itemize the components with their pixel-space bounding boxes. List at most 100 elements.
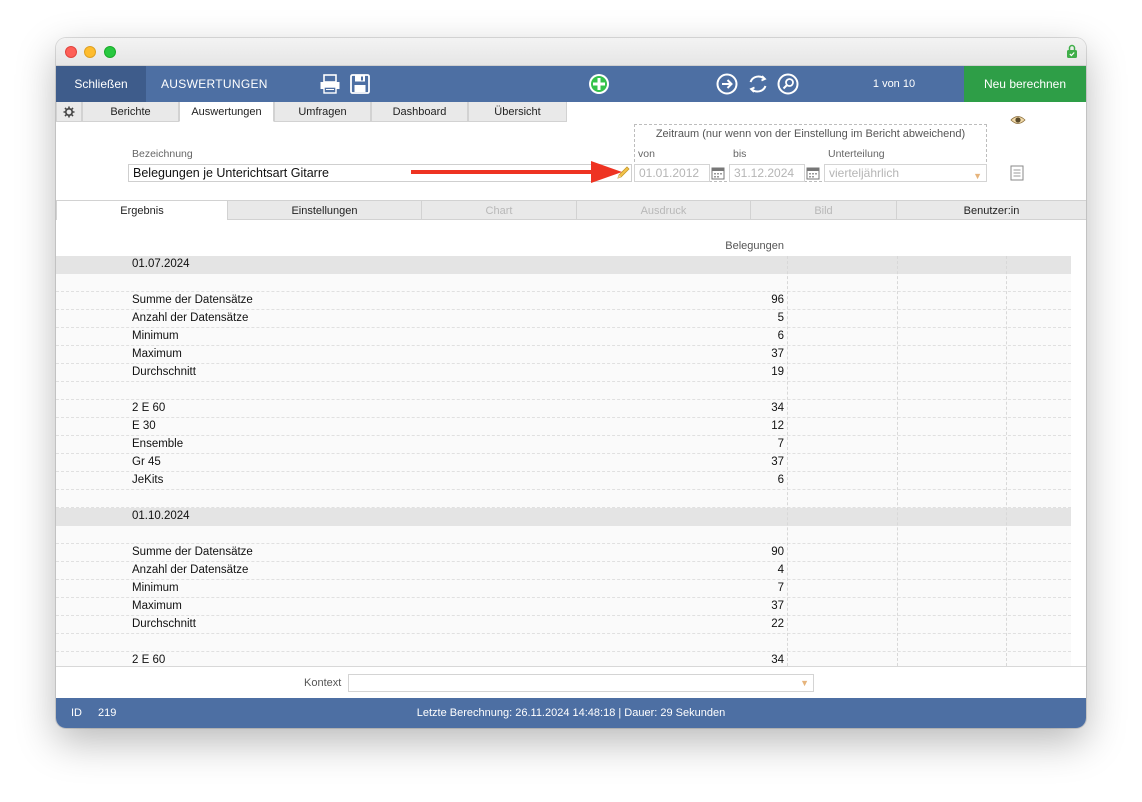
- table-row: 2 E 60 34: [56, 400, 1071, 418]
- table-row: Minimum 6: [56, 328, 1071, 346]
- calculation-info: Letzte Berechnung: 26.11.2024 14:48:18 |…: [416, 707, 726, 719]
- row-value: 34: [771, 402, 784, 414]
- row-label: 01.10.2024: [132, 510, 190, 522]
- row-label: Summe der Datensätze: [132, 546, 253, 558]
- red-arrow-annotation: [411, 161, 622, 183]
- kontext-label: Kontext: [304, 677, 342, 689]
- scroll-area[interactable]: [1071, 256, 1086, 666]
- row-label: Durchschnitt: [132, 618, 196, 630]
- row-value: 12: [771, 420, 784, 432]
- table-row: Maximum 37: [56, 598, 1071, 616]
- module-title: AUSWERTUNGEN: [161, 77, 268, 91]
- eye-icon[interactable]: [1010, 114, 1026, 126]
- window-minimize-button[interactable]: [84, 46, 96, 58]
- row-value: 34: [771, 654, 784, 666]
- tab-dashboard[interactable]: Dashboard: [371, 102, 468, 122]
- row-label: 01.07.2024: [132, 258, 190, 270]
- tab-ausdruck[interactable]: Ausdruck: [577, 201, 751, 220]
- save-icon[interactable]: [348, 72, 372, 96]
- context-bar: Kontext ▼: [56, 666, 1086, 698]
- von-date-input[interactable]: 01.01.2012: [634, 164, 710, 182]
- column-divider: [787, 256, 788, 666]
- table-row: JeKits 6: [56, 472, 1071, 490]
- table-row: 2 E 60 34: [56, 652, 1071, 666]
- bis-label: bis: [733, 148, 747, 160]
- unterteilung-select[interactable]: vierteljährlich ▼: [824, 164, 987, 182]
- row-value: 37: [771, 348, 784, 360]
- row-label: E 30: [132, 420, 156, 432]
- document-icon[interactable]: [1010, 165, 1024, 181]
- result-tabs: Ergebnis Einstellungen Chart Ausdruck Bi…: [56, 200, 1086, 220]
- edit-pencil-icon[interactable]: [615, 165, 631, 181]
- column-divider: [897, 256, 898, 666]
- kontext-select[interactable]: ▼: [348, 674, 814, 692]
- row-value: 22: [771, 618, 784, 630]
- tab-auswertungen[interactable]: Auswertungen: [179, 102, 274, 122]
- tab-benutzerin[interactable]: Benutzer:in: [897, 201, 1086, 220]
- tab-bild[interactable]: Bild: [751, 201, 897, 220]
- row-label: 2 E 60: [132, 402, 166, 414]
- window-close-button[interactable]: [65, 46, 77, 58]
- period-header-row: 01.10.2024: [56, 508, 1071, 526]
- record-counter: 1 von 10: [872, 78, 916, 90]
- table-row: [56, 634, 1071, 652]
- row-label: Maximum: [132, 348, 182, 360]
- row-value: 96: [771, 294, 784, 306]
- period-header-row: 01.07.2024: [56, 256, 1071, 274]
- close-button[interactable]: Schließen: [56, 66, 146, 102]
- row-label: Anzahl der Datensätze: [132, 312, 249, 324]
- next-record-icon[interactable]: [715, 72, 739, 96]
- print-icon[interactable]: [318, 72, 342, 96]
- bezeichnung-label: Bezeichnung: [132, 148, 193, 160]
- settings-gear-tab[interactable]: [56, 102, 82, 122]
- table-row: Maximum 37: [56, 346, 1071, 364]
- chevron-down-icon: ▼: [800, 678, 809, 688]
- tab-ergebnis[interactable]: Ergebnis: [56, 201, 228, 220]
- zeitraum-label: Zeitraum (nur wenn von der Einstellung i…: [655, 128, 966, 140]
- row-label: Maximum: [132, 600, 182, 612]
- unterteilung-value: vierteljährlich: [829, 166, 900, 180]
- window-zoom-button[interactable]: [104, 46, 116, 58]
- calendar-icon[interactable]: [711, 166, 725, 180]
- table-row: Anzahl der Datensätze 4: [56, 562, 1071, 580]
- row-value: 37: [771, 456, 784, 468]
- column-header-belegungen: Belegungen: [725, 240, 784, 252]
- table-row: Summe der Datensätze 96: [56, 292, 1071, 310]
- tab-uebersicht[interactable]: Übersicht: [468, 102, 567, 122]
- table-row: [56, 490, 1071, 508]
- table-row: Summe der Datensätze 90: [56, 544, 1071, 562]
- chevron-down-icon: ▼: [973, 171, 982, 181]
- tab-einstellungen[interactable]: Einstellungen: [228, 201, 422, 220]
- row-value: 5: [777, 312, 784, 324]
- row-label: Summe der Datensätze: [132, 294, 253, 306]
- recalculate-button[interactable]: Neu berechnen: [964, 66, 1086, 102]
- table-row: Minimum 7: [56, 580, 1071, 598]
- add-record-icon[interactable]: [587, 72, 611, 96]
- tab-umfragen[interactable]: Umfragen: [274, 102, 371, 122]
- table-row: Durchschnitt 22: [56, 616, 1071, 634]
- main-toolbar: Schließen AUSWERTUNGEN 1 von 10 Neu bere…: [56, 66, 1086, 102]
- tab-berichte[interactable]: Berichte: [82, 102, 179, 122]
- refresh-icon[interactable]: [746, 72, 770, 96]
- search-icon[interactable]: [776, 72, 800, 96]
- table-row: Ensemble 7: [56, 436, 1071, 454]
- window-titlebar: [56, 38, 1086, 66]
- row-value: 6: [777, 330, 784, 342]
- calendar-icon[interactable]: [806, 166, 820, 180]
- unterteilung-label: Unterteilung: [828, 148, 885, 160]
- row-label: 2 E 60: [132, 654, 166, 666]
- table-row: Gr 45 37: [56, 454, 1071, 472]
- tab-chart[interactable]: Chart: [422, 201, 577, 220]
- table-row: [56, 382, 1071, 400]
- bis-date-input[interactable]: 31.12.2024: [729, 164, 805, 182]
- row-label: Minimum: [132, 330, 179, 342]
- status-bar: ID 219 Letzte Berechnung: 26.11.2024 14:…: [56, 698, 1086, 728]
- row-label: Anzahl der Datensätze: [132, 564, 249, 576]
- top-tabs: Berichte Auswertungen Umfragen Dashboard…: [56, 102, 576, 122]
- results-panel: Belegungen 01.07.2024 Summe der Datensätz…: [56, 220, 1086, 666]
- von-label: von: [638, 148, 655, 160]
- app-window: Schließen AUSWERTUNGEN 1 von 10 Neu bere…: [56, 38, 1086, 728]
- row-label: Durchschnitt: [132, 366, 196, 378]
- row-label: JeKits: [132, 474, 164, 486]
- row-label: Ensemble: [132, 438, 184, 450]
